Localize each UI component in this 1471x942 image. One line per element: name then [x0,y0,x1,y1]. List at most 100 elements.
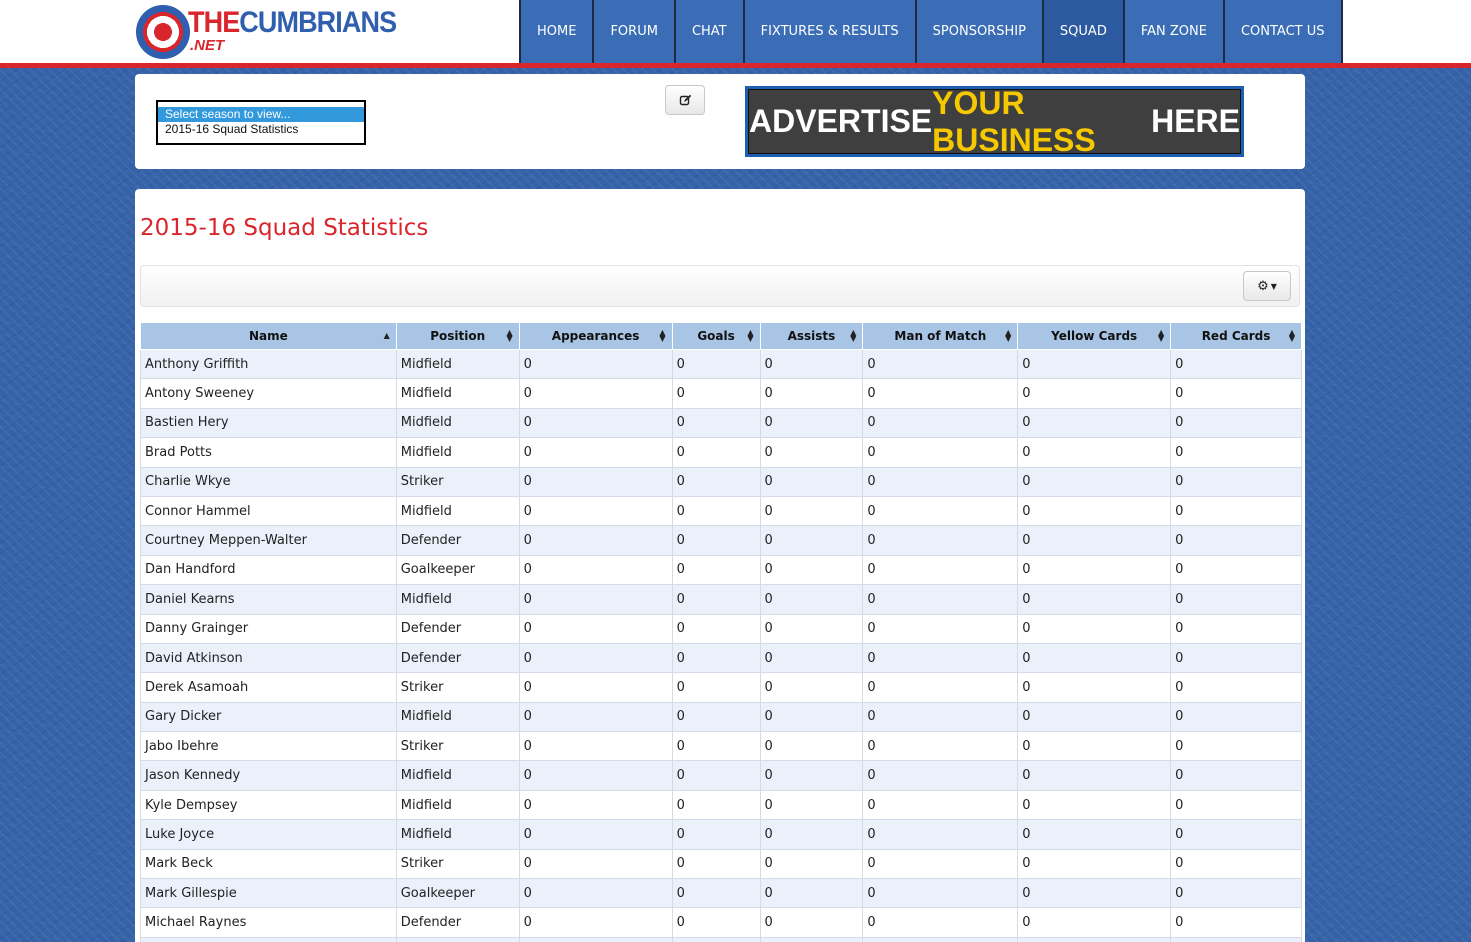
table-row[interactable]: Jabo Ibehre Striker 0 0 0 0 0 0 [140,731,1302,762]
cell-position: Striker [395,848,520,880]
cell-goals: 0 [671,348,761,380]
cell-red-cards: 0 [1170,701,1302,733]
cell-man-of-match: 0 [862,760,1019,791]
cell-appearances: 0 [518,789,673,821]
nav-item-fan-zone[interactable]: FAN ZONE [1124,0,1223,63]
table-row[interactable]: Courtney Meppen-Walter Defender 0 0 0 0 0 0 [140,525,1302,556]
table-row[interactable]: Kyle Dempsey Midfield 0 0 0 0 0 0 [140,789,1302,821]
table-row[interactable]: David Atkinson Defender 0 0 0 0 0 0 [140,642,1302,674]
table-row[interactable]: Derek Asamoah Striker 0 0 0 0 0 0 [140,672,1302,703]
cell-man-of-match: 0 [862,819,1019,850]
table-row[interactable]: Mark Beck Striker 0 0 0 0 0 0 [140,848,1302,880]
column-header-yellow-cards[interactable]: Yellow Cards ▲ ▼ [1017,322,1172,350]
table-row[interactable]: Danny Grainger Defender 0 0 0 0 0 0 [140,613,1302,644]
cell-yellow-cards: 0 [1017,495,1172,527]
cell-man-of-match: 0 [862,348,1019,380]
table-row[interactable]: Charlie Wkye Striker 0 0 0 0 0 0 [140,466,1302,497]
cell-name: Jabo Ibehre [140,731,397,762]
cell-red-cards: 0 [1170,554,1302,586]
column-header-man-of-match[interactable]: Man of Match ▲ ▼ [862,322,1019,350]
cell-position: Goalkeeper [395,878,520,909]
edit-button[interactable] [665,85,705,115]
cell-goals: 0 [671,878,761,909]
season-option[interactable]: 2015-16 Squad Statistics [158,122,364,137]
cell-man-of-match: 0 [862,907,1019,938]
sort-icon: ▲ ▼ [506,328,513,343]
cell-man-of-match: 0 [862,466,1019,497]
nav-item-squad[interactable]: SQUAD [1043,0,1123,63]
cell-yellow-cards: 0 [1017,672,1172,703]
nav-item-contact-us[interactable]: CONTACT US [1224,0,1341,63]
column-header-label: Name [248,329,288,343]
cell-man-of-match: 0 [862,701,1019,733]
cell-yellow-cards: 0 [1017,701,1172,733]
column-header-red-cards[interactable]: Red Cards ▲ ▼ [1170,322,1302,350]
sort-icon: ▲ ▼ [1005,328,1012,343]
cell-yellow-cards: 0 [1017,878,1172,909]
cell-assists: 0 [759,466,864,497]
table-row[interactable]: Antony Sweeney Midfield 0 0 0 0 0 0 [140,378,1302,409]
cell-goals: 0 [671,789,761,821]
nav-item-forum[interactable]: FORUM [594,0,674,63]
table-row[interactable]: Luke Joyce Midfield 0 0 0 0 0 0 [140,819,1302,850]
cell-appearances: 0 [518,378,673,409]
column-header-appearances[interactable]: Appearances ▲ ▼ [518,322,673,350]
cell-position: Midfield [395,378,520,409]
advertise-banner-text: ADVERTISE YOUR BUSINESS HERE [748,84,1241,158]
nav-item-sponsorship[interactable]: SPONSORSHIP [916,0,1042,63]
cell-appearances: 0 [518,554,673,586]
cell-red-cards [1170,936,1302,942]
cell-position: Midfield [395,584,520,615]
nav-item-fixtures-and-results[interactable]: FIXTURES & RESULTS [744,0,915,63]
table-row[interactable]: Michael Raynes Defender 0 0 0 0 0 0 [140,907,1302,938]
cell-yellow-cards: 0 [1017,789,1172,821]
cell-man-of-match: 0 [862,878,1019,909]
column-header-assists[interactable]: Assists ▲ ▼ [759,322,864,350]
cell-yellow-cards: 0 [1017,378,1172,409]
season-select[interactable]: Select season to view... 2015-16 Squad St… [156,100,366,145]
table-row[interactable]: Gary Dicker Midfield 0 0 0 0 0 0 [140,701,1302,733]
advertise-banner[interactable]: ADVERTISE YOUR BUSINESS HERE [745,84,1244,158]
table-row[interactable]: Jason Kennedy Midfield 0 0 0 0 0 0 [140,760,1302,791]
gear-icon: ⚙ [1257,278,1269,294]
table-row[interactable]: Mark Gillespie Goalkeeper 0 0 0 0 0 0 [140,878,1302,909]
main-panel: 2015-16 Squad Statistics ⚙ ▼ Name ▲ Positio… [135,189,1305,942]
cell-name: David Atkinson [140,642,397,674]
cell-red-cards: 0 [1170,878,1302,909]
cell-yellow-cards: 0 [1017,907,1172,938]
cell-red-cards: 0 [1170,789,1302,821]
cell-appearances: 0 [518,907,673,938]
cell-goals: 0 [671,495,761,527]
cell-assists: 0 [759,495,864,527]
table-row[interactable]: Bastien Hery Midfield 0 0 0 0 0 0 [140,407,1302,439]
column-header-name[interactable]: Name ▲ [140,322,397,350]
cell-appearances: 0 [518,348,673,380]
cell-name: Luke Joyce [140,819,397,850]
table-row[interactable]: Connor Hammel Midfield 0 0 0 0 0 0 [140,495,1302,527]
table-row[interactable]: Dan Handford Goalkeeper 0 0 0 0 0 0 [140,554,1302,586]
nav-item-home[interactable]: HOME [521,0,593,63]
table-row[interactable]: Daniel Kearns Midfield 0 0 0 0 0 0 [140,584,1302,615]
site-logo[interactable]: THECUMBRIANS .NET [136,4,397,60]
table-row[interactable] [140,936,1302,942]
table-row[interactable]: Brad Potts Midfield 0 0 0 0 0 0 [140,437,1302,468]
season-option[interactable]: Select season to view... [158,107,364,122]
table-options-button[interactable]: ⚙ ▼ [1243,271,1291,301]
cell-red-cards: 0 [1170,819,1302,850]
cell-red-cards: 0 [1170,760,1302,791]
nav-item-chat[interactable]: CHAT [675,0,743,63]
cell-name: Daniel Kearns [140,584,397,615]
cell-position: Midfield [395,789,520,821]
cell-position: Midfield [395,348,520,380]
column-header-goals[interactable]: Goals ▲ ▼ [671,322,761,350]
logo-net: .NET [190,37,225,54]
cell-man-of-match: 0 [862,437,1019,468]
cell-assists: 0 [759,525,864,556]
column-header-position[interactable]: Position ▲ ▼ [395,322,520,350]
column-header-label: Yellow Cards [1051,329,1138,343]
cell-yellow-cards [1017,936,1172,942]
cell-name: Connor Hammel [140,495,397,527]
sort-ascending-icon: ▲ [383,331,390,340]
table-row[interactable]: Anthony Griffith Midfield 0 0 0 0 0 0 [140,348,1302,380]
cell-man-of-match: 0 [862,789,1019,821]
